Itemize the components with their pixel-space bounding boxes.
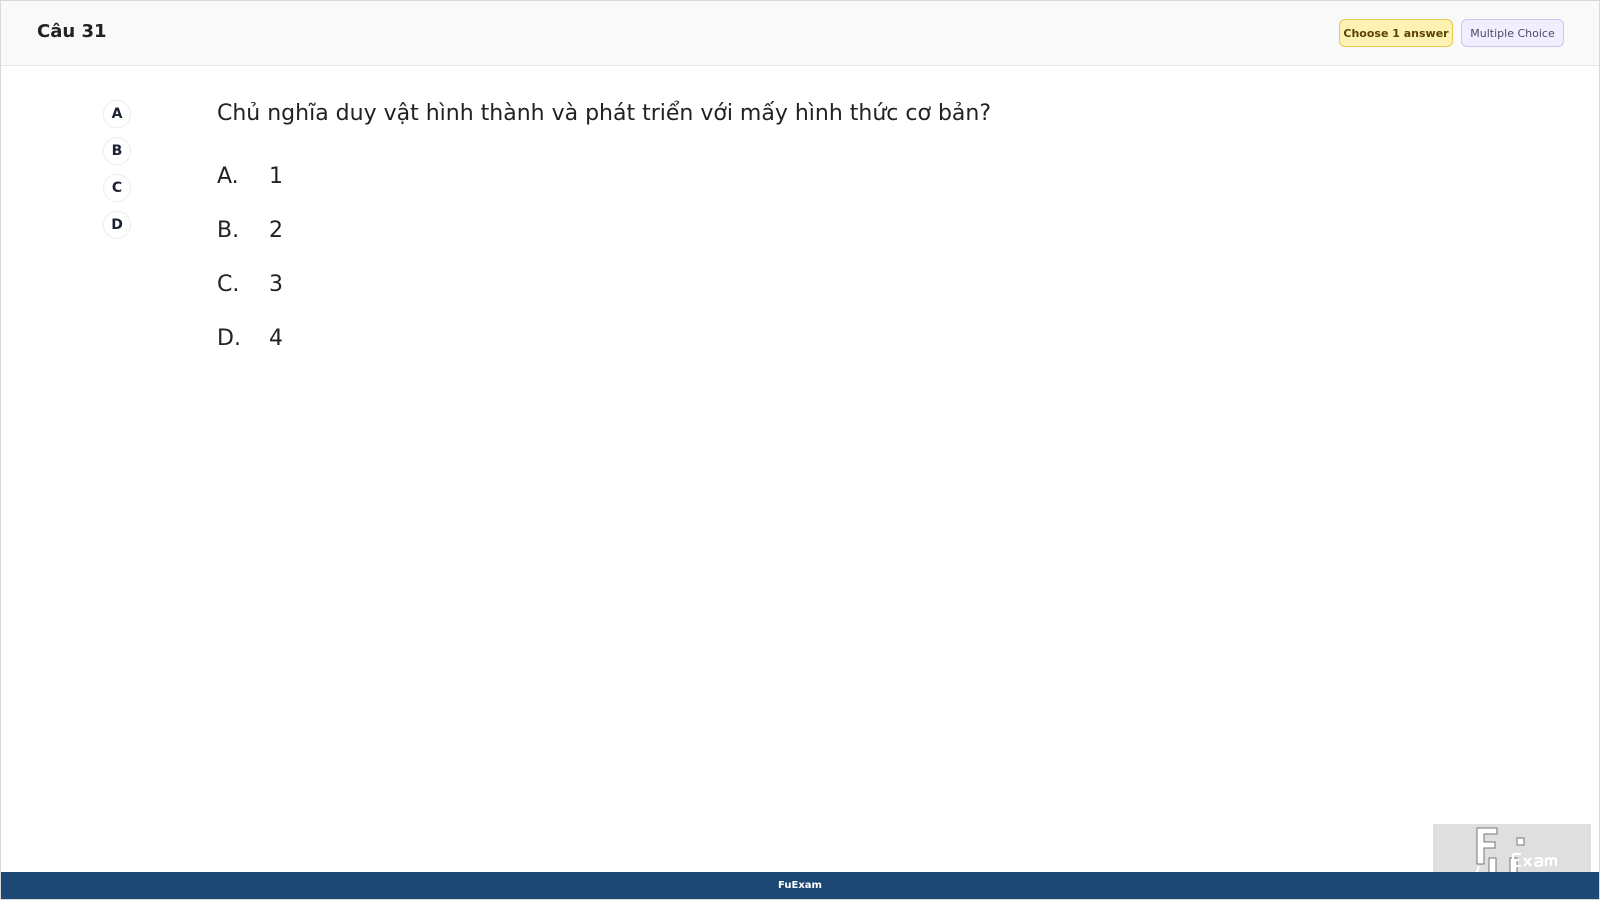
question-number: Câu 31 (37, 21, 107, 42)
question-header: Câu 31 Choose 1 answer Multiple Choice (1, 1, 1599, 66)
answer-text: 4 (269, 326, 283, 352)
answer-letter: C. (217, 272, 240, 298)
answer-row: D. 4 (217, 312, 1417, 366)
question-text: Chủ nghĩa duy vật hình thành và phát tri… (217, 101, 992, 126)
question-type-badge: Multiple Choice (1461, 19, 1564, 47)
footer-brand: FuExam (778, 880, 822, 891)
answer-row: C. 3 (217, 258, 1417, 312)
select-option-c[interactable]: C (103, 174, 131, 202)
answer-row: B. 2 (217, 204, 1417, 258)
question-content: Chủ nghĩa duy vật hình thành và phát tri… (217, 99, 1417, 366)
answer-letter: B. (217, 218, 240, 244)
answer-text: 1 (269, 164, 283, 190)
answer-letter: D. (217, 326, 241, 352)
answer-selector: A B C D (103, 100, 131, 248)
select-option-b[interactable]: B (103, 137, 131, 165)
footer-bar: FuExam (1, 872, 1599, 899)
select-option-d[interactable]: D (103, 211, 131, 239)
answer-letter: A. (217, 164, 239, 190)
answer-row: A. 1 (217, 150, 1417, 204)
app-frame: Câu 31 Choose 1 answer Multiple Choice A… (0, 0, 1600, 900)
answer-text: 2 (269, 218, 283, 244)
select-option-a[interactable]: A (103, 100, 131, 128)
answer-text: 3 (269, 272, 283, 298)
choose-answer-badge: Choose 1 answer (1339, 19, 1453, 47)
